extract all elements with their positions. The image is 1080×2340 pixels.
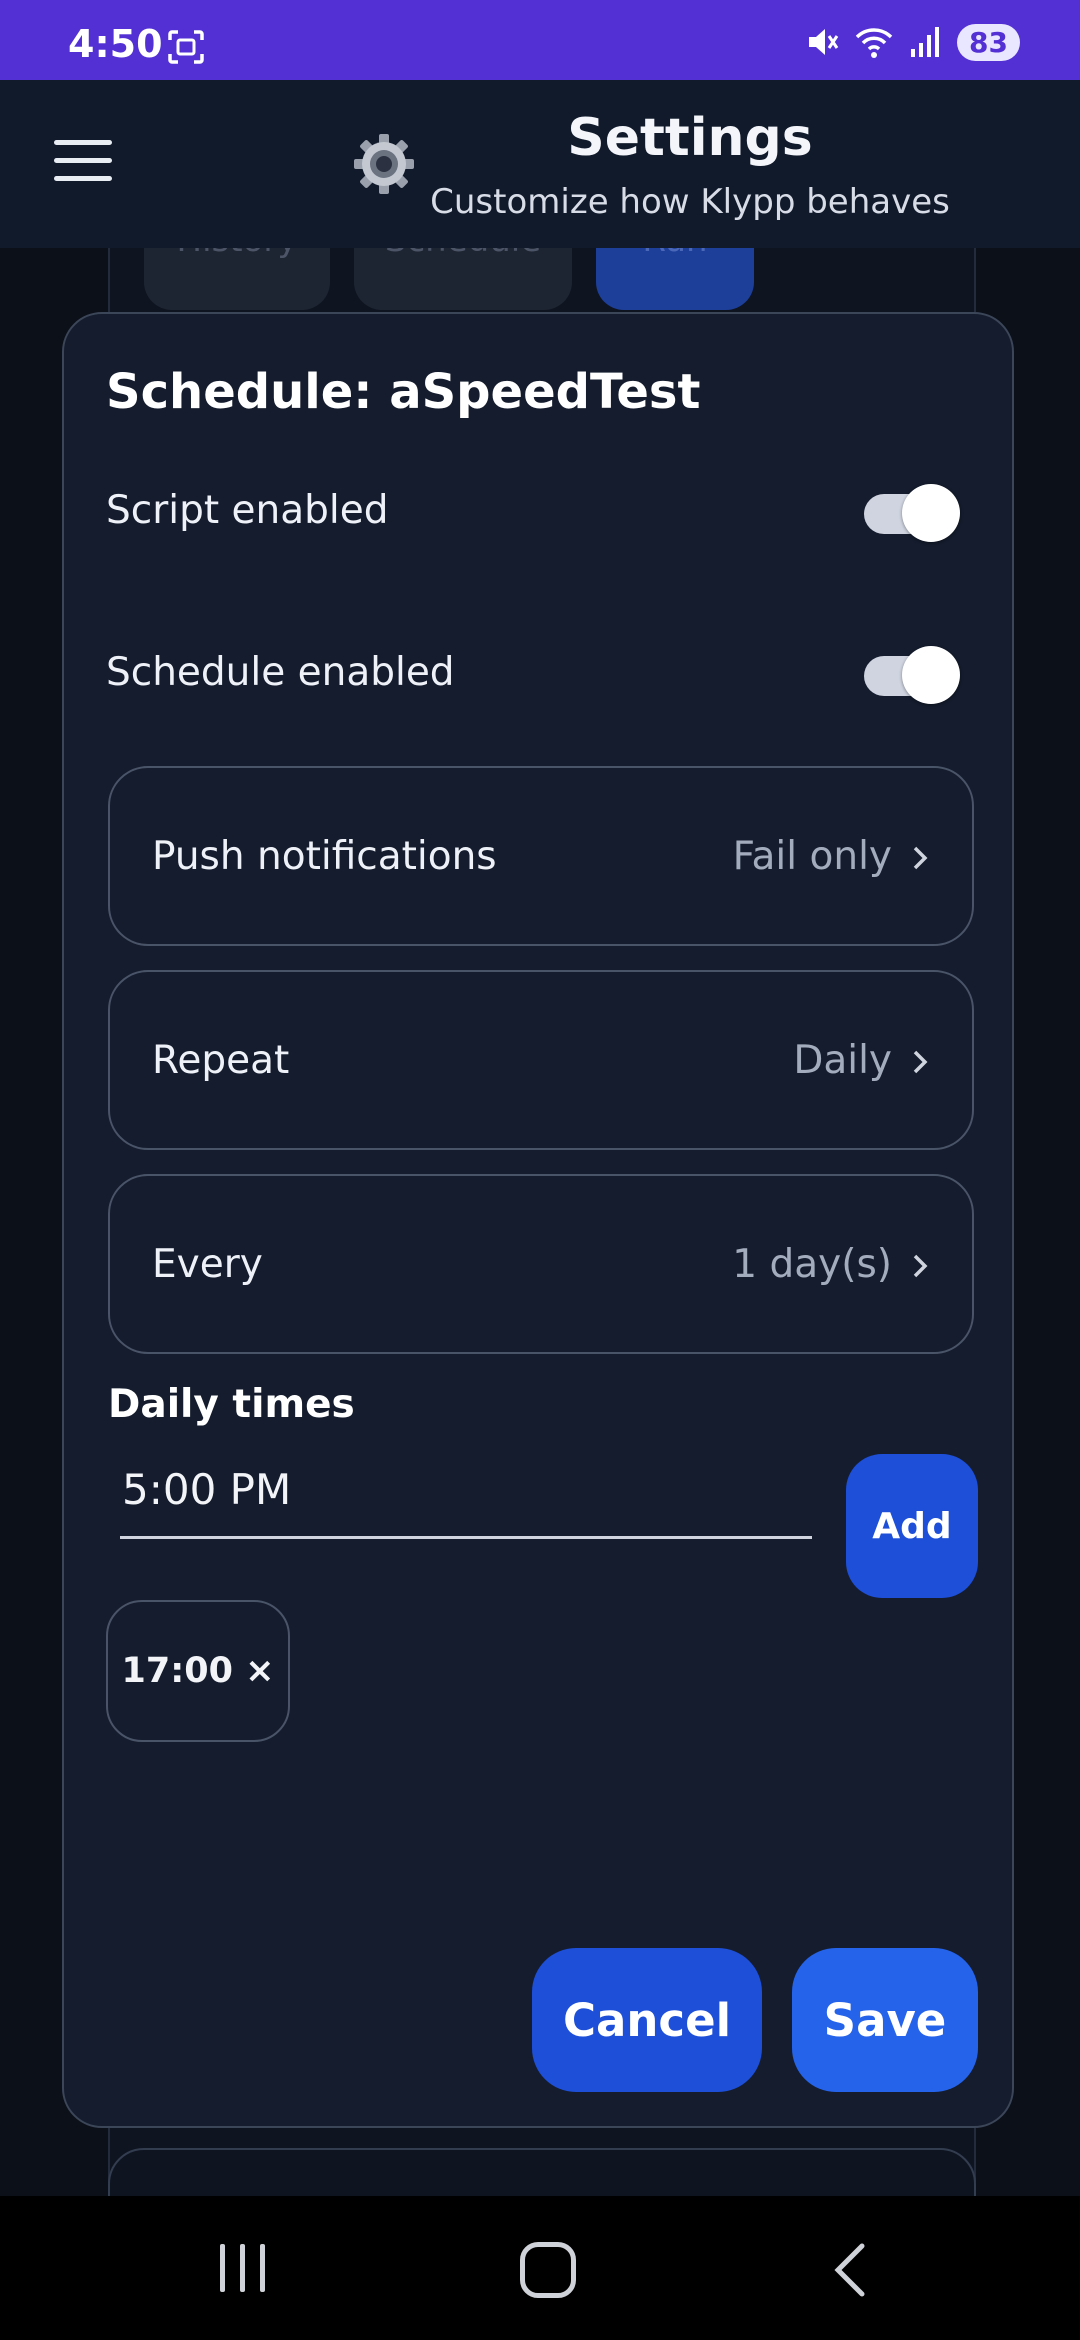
time-input[interactable]: 5:00 PM: [120, 1444, 812, 1539]
script-enabled-label: Script enabled: [106, 488, 389, 533]
menu-icon[interactable]: [54, 140, 112, 186]
wifi-icon: [855, 28, 893, 58]
push-notifications-value: Fail only: [732, 834, 892, 879]
time-chip[interactable]: 17:00 ×: [106, 1600, 290, 1742]
page-subtitle: Customize how Klypp behaves: [430, 182, 950, 222]
push-notifications-row[interactable]: Push notifications Fail only: [108, 766, 974, 946]
save-button[interactable]: Save: [792, 1948, 978, 2092]
cancel-button[interactable]: Cancel: [532, 1948, 762, 2092]
signal-icon: [911, 27, 940, 57]
repeat-label: Repeat: [152, 1038, 290, 1083]
status-bar: 4:50 83: [0, 0, 1080, 80]
recents-icon[interactable]: [218, 2244, 270, 2296]
screenshot-icon: [168, 30, 204, 64]
every-value: 1 day(s): [732, 1242, 892, 1287]
repeat-value: Daily: [793, 1038, 892, 1083]
dialog-title: Schedule: aSpeedTest: [106, 364, 701, 420]
back-icon[interactable]: [830, 2242, 870, 2298]
chevron-right-icon: [913, 1050, 928, 1074]
page-title: Settings: [567, 108, 813, 168]
every-label: Every: [152, 1242, 263, 1287]
system-nav-bar: [0, 2196, 1080, 2340]
every-row[interactable]: Every 1 day(s): [108, 1174, 974, 1354]
chevron-right-icon: [913, 846, 928, 870]
schedule-enabled-toggle[interactable]: [864, 646, 960, 704]
script-enabled-toggle[interactable]: [864, 484, 960, 542]
gear-icon: [354, 134, 414, 194]
status-time: 4:50: [68, 22, 163, 66]
schedule-enabled-label: Schedule enabled: [106, 650, 455, 695]
schedule-dialog: Schedule: aSpeedTest Script enabled Sche…: [62, 312, 1014, 2128]
daily-times-label: Daily times: [108, 1382, 355, 1427]
add-time-button[interactable]: Add: [846, 1454, 978, 1598]
mute-icon: [809, 29, 839, 55]
push-notifications-label: Push notifications: [152, 834, 497, 879]
home-icon[interactable]: [520, 2242, 576, 2298]
battery-icon: 83: [957, 23, 1020, 61]
app-header: Settings Customize how Klypp behaves: [0, 80, 1080, 248]
repeat-row[interactable]: Repeat Daily: [108, 970, 974, 1150]
chevron-right-icon: [913, 1254, 928, 1278]
